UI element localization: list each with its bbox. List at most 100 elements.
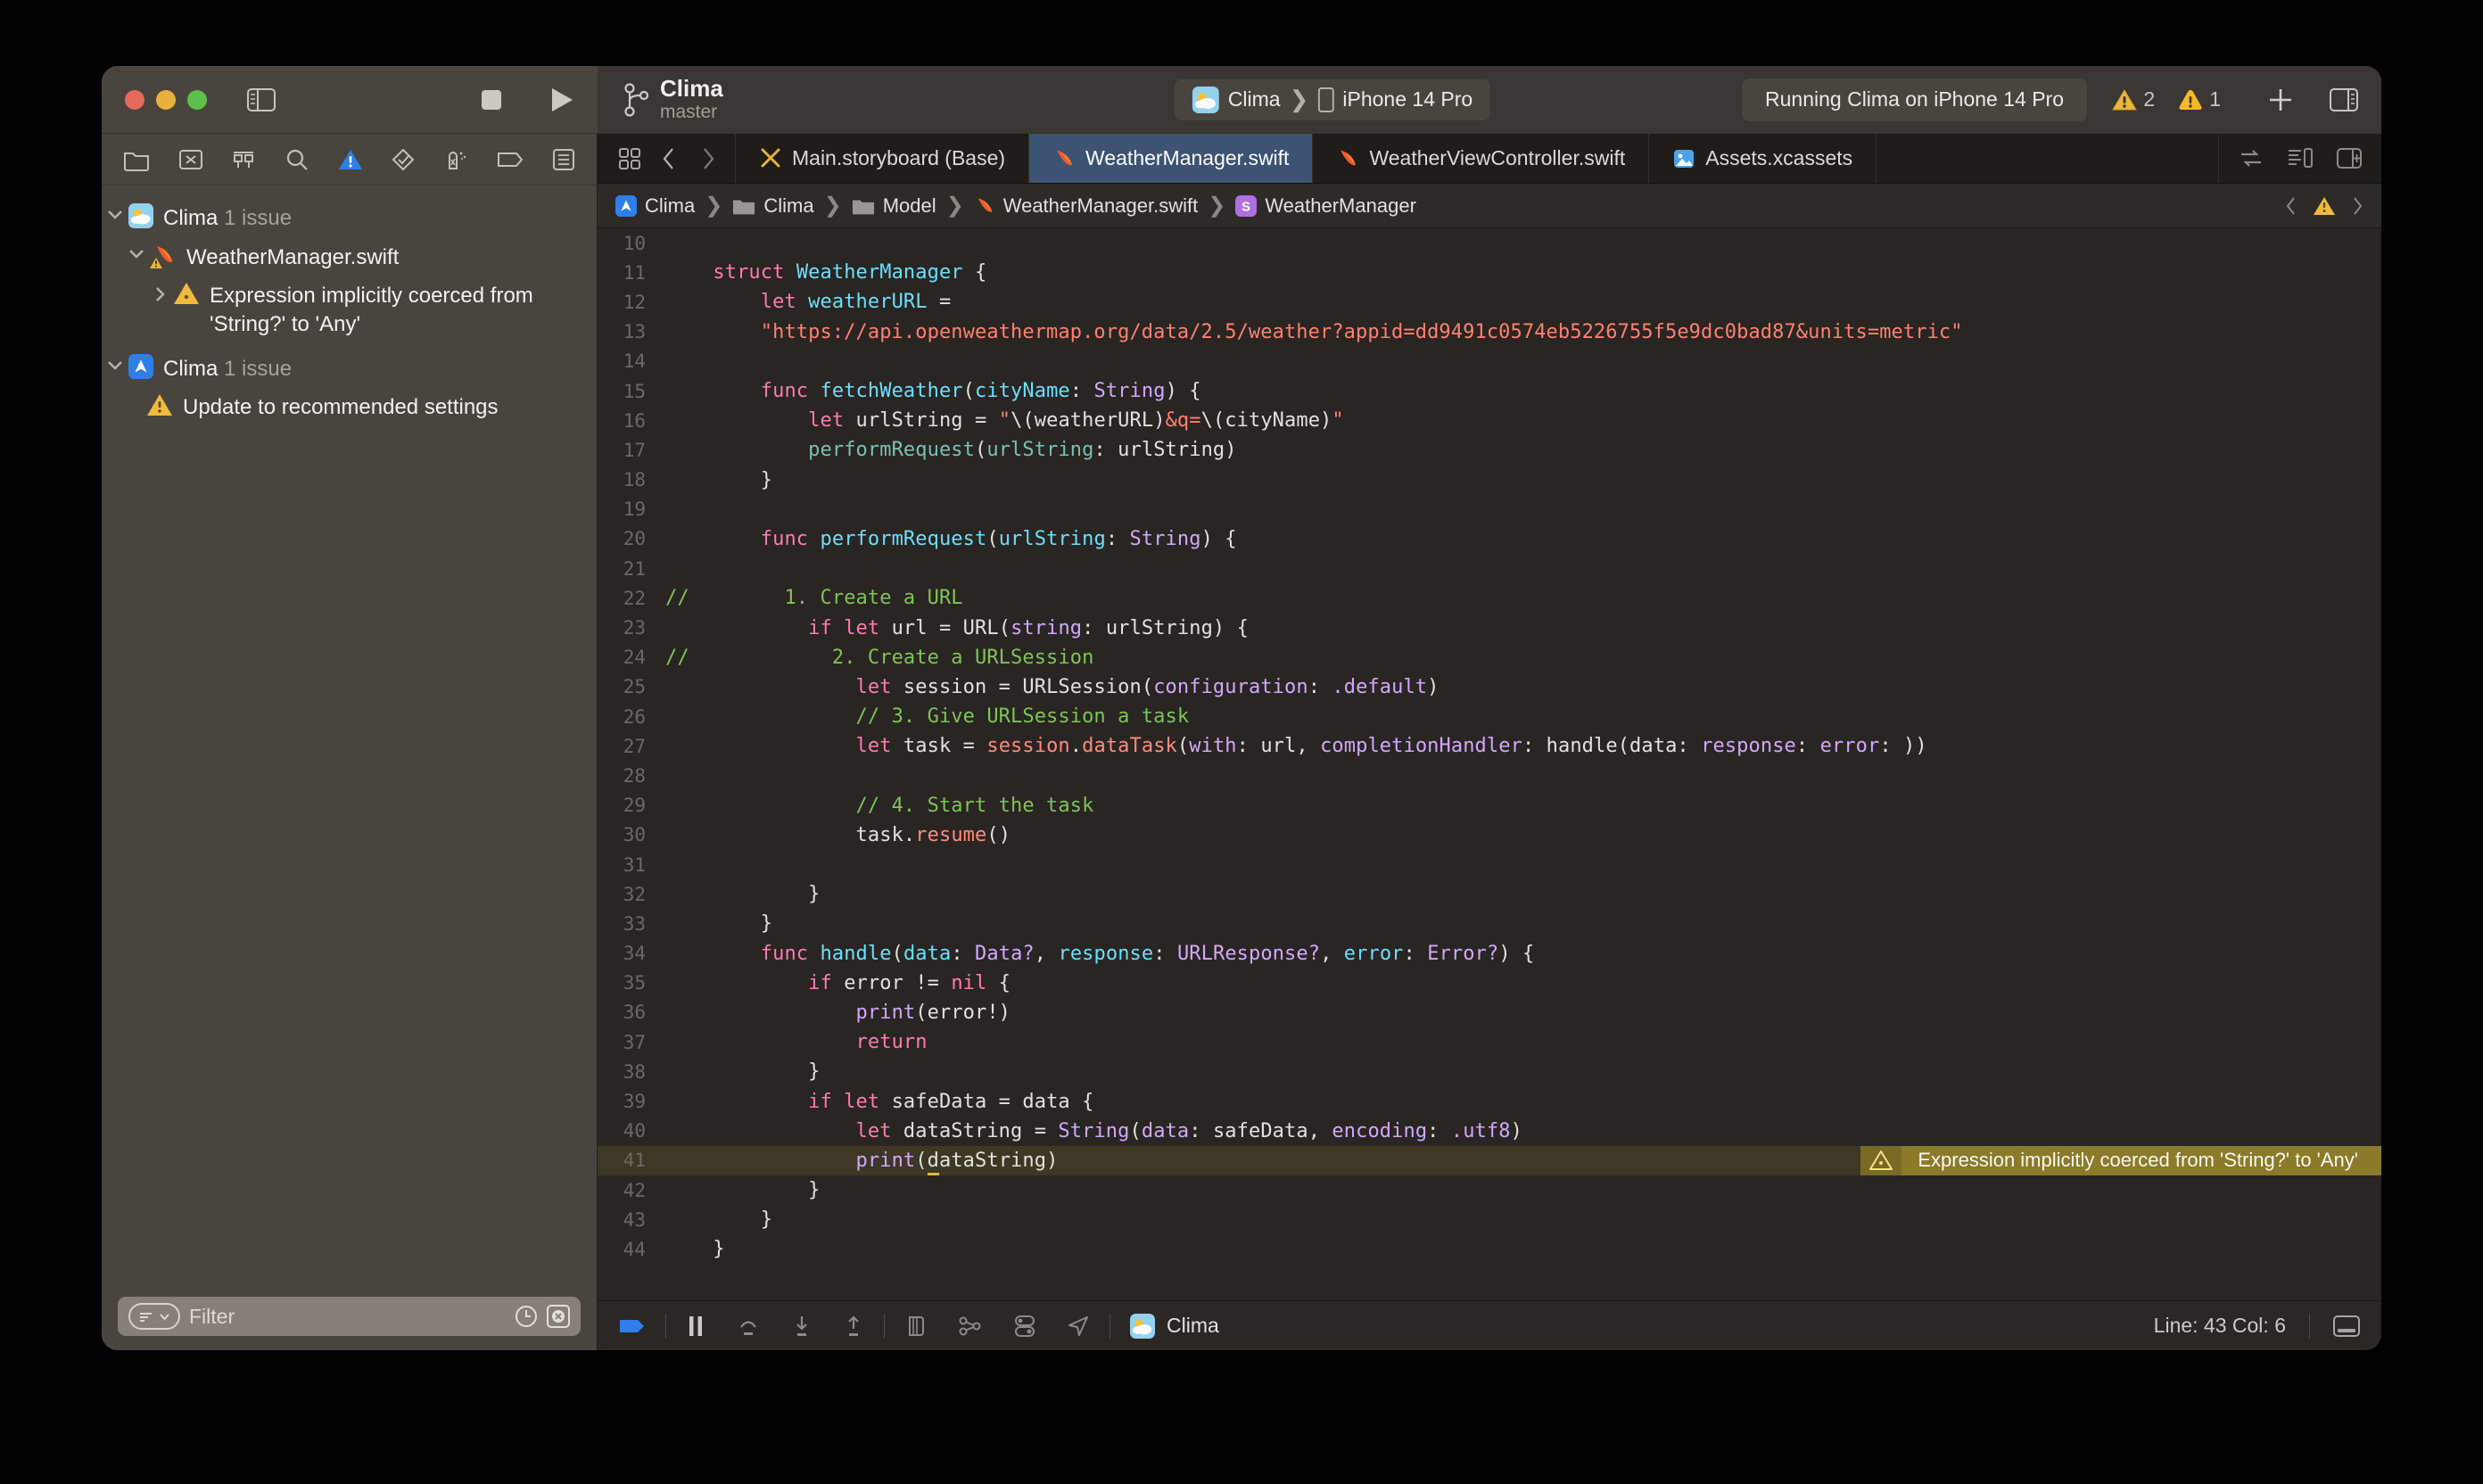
simulate-location-icon[interactable]	[1067, 1315, 1090, 1338]
console-toggle-icon[interactable]	[2333, 1315, 2360, 1337]
add-editor-icon[interactable]	[2337, 147, 2362, 170]
breadcrumb-item-group-clima[interactable]: Clima	[732, 194, 814, 218]
tab-overview-icon[interactable]	[610, 147, 649, 170]
prev-issue-chevron-icon[interactable]	[2285, 196, 2297, 216]
code-line[interactable]: 22 // 1. Create a URL	[598, 583, 2381, 613]
code-line[interactable]: 19	[598, 495, 2381, 524]
step-into-icon[interactable]	[791, 1315, 813, 1338]
run-icon[interactable]	[549, 87, 574, 113]
code-line[interactable]: 18 }	[598, 466, 2381, 495]
minimize-button[interactable]	[156, 89, 176, 110]
filter-chip-icon[interactable]	[128, 1303, 180, 1330]
activity-status[interactable]: Running Clima on iPhone 14 Pro	[1742, 78, 2087, 121]
code-line[interactable]: 33 }	[598, 909, 2381, 938]
environment-overrides-icon[interactable]	[1013, 1315, 1036, 1338]
window-controls[interactable]	[125, 89, 207, 110]
breadcrumb-item-project[interactable]: Clima	[615, 194, 695, 218]
inspector-toggle-icon[interactable]	[2330, 87, 2358, 111]
code-line[interactable]: 29 // 4. Start the task	[598, 791, 2381, 820]
breakpoint-navigator-icon[interactable]	[497, 150, 524, 169]
debug-navigator-icon[interactable]	[444, 147, 469, 172]
code-line[interactable]: 39 if let safeData = data {	[598, 1086, 2381, 1116]
code-line[interactable]: 32 }	[598, 879, 2381, 909]
disclosure-triangle-right-icon[interactable]	[146, 280, 173, 302]
report-navigator-icon[interactable]	[552, 148, 575, 171]
tree-row[interactable]: Expression implicitly coerced from 'Stri…	[102, 276, 597, 342]
test-navigator-icon[interactable]	[391, 147, 416, 172]
code-line[interactable]: 31	[598, 850, 2381, 879]
project-navigator-icon[interactable]	[123, 148, 150, 171]
disclosure-triangle-down-icon[interactable]	[102, 353, 128, 370]
forward-chevron-icon[interactable]	[689, 147, 728, 170]
code-line[interactable]: 42 }	[598, 1175, 2381, 1205]
tree-row[interactable]: Clima 1 issue	[102, 198, 597, 237]
code-line[interactable]: 35 if error != nil {	[598, 969, 2381, 998]
code-line[interactable]: 10	[598, 228, 2381, 258]
code-line[interactable]: 36 print(error!)	[598, 998, 2381, 1027]
warning-triangle-icon[interactable]	[2313, 195, 2336, 217]
code-line[interactable]: 25 let session = URLSession(configuratio…	[598, 672, 2381, 702]
warning-badge-1[interactable]: 2	[2112, 87, 2155, 111]
view-hierarchy-icon[interactable]	[904, 1315, 928, 1338]
close-button[interactable]	[125, 89, 144, 110]
code-line[interactable]: 30 task.resume()	[598, 820, 2381, 850]
code-line[interactable]: 40 let dataString = String(data: safeDat…	[598, 1117, 2381, 1146]
code-line[interactable]: 37 return	[598, 1027, 2381, 1057]
breadcrumb-item-group-model[interactable]: Model	[852, 194, 936, 218]
pause-icon[interactable]	[686, 1315, 705, 1338]
tree-row[interactable]: WeatherManager.swift	[102, 237, 597, 276]
code-line[interactable]: 44 }	[598, 1234, 2381, 1264]
memory-graph-icon[interactable]	[958, 1315, 983, 1338]
code-line[interactable]: 41 print(dataString) Expression implicitl…	[598, 1145, 2381, 1175]
debug-process-item[interactable]: Clima	[1130, 1313, 1219, 1339]
tree-row[interactable]: Update to recommended settings	[102, 387, 597, 426]
zoom-button[interactable]	[187, 89, 207, 110]
scheme-selector[interactable]: Clima ❯ iPhone 14 Pro	[1174, 78, 1491, 120]
code-line[interactable]: 27 let task = session.dataTask(with: url…	[598, 731, 2381, 761]
warning-badge-2[interactable]: 1	[2178, 87, 2221, 111]
code-line[interactable]: 11 struct WeatherManager {	[598, 258, 2381, 287]
add-icon[interactable]	[2267, 87, 2294, 113]
sidebar-toggle-icon[interactable]	[247, 87, 276, 111]
code-line[interactable]: 14	[598, 347, 2381, 376]
back-chevron-icon[interactable]	[649, 147, 689, 170]
scheme-branch-block[interactable]: Clima master	[624, 76, 723, 123]
tab-main-storyboard[interactable]: Main.storyboard (Base)	[736, 134, 1030, 183]
stop-icon[interactable]	[480, 88, 503, 111]
code-line[interactable]: 20 func performRequest(urlString: String…	[598, 524, 2381, 554]
source-control-navigator-icon[interactable]	[178, 148, 203, 171]
step-over-icon[interactable]	[736, 1315, 761, 1338]
find-navigator-icon[interactable]	[285, 147, 309, 172]
breadcrumb-item-file[interactable]: WeatherManager.swift	[974, 194, 1198, 218]
code-line[interactable]: 23 if let url = URL(string: urlString) {	[598, 613, 2381, 642]
disclosure-triangle-down-icon[interactable]	[123, 242, 150, 259]
code-line[interactable]: 15 func fetchWeather(cityName: String) {	[598, 376, 2381, 406]
code-line[interactable]: 38 }	[598, 1057, 2381, 1086]
code-review-icon[interactable]	[2239, 147, 2264, 170]
symbol-navigator-icon[interactable]	[231, 148, 256, 171]
step-out-icon[interactable]	[843, 1315, 864, 1338]
inline-warning-banner[interactable]: Expression implicitly coerced from 'Stri…	[1860, 1145, 2381, 1175]
recent-clock-icon[interactable]	[515, 1305, 538, 1328]
code-line[interactable]: 17 performRequest(urlString: urlString)	[598, 435, 2381, 465]
code-line[interactable]: 26 // 3. Give URLSession a task	[598, 702, 2381, 731]
tab-weathermanager-swift[interactable]: WeatherManager.swift	[1029, 134, 1314, 183]
minimap-icon[interactable]	[2287, 147, 2314, 170]
hide-debug-area-icon[interactable]	[619, 1316, 646, 1336]
disclosure-triangle-down-icon[interactable]	[102, 202, 128, 219]
code-editor[interactable]: 10 11 struct WeatherManager {12 let weath…	[598, 228, 2381, 1300]
code-line[interactable]: 12 let weatherURL =	[598, 287, 2381, 317]
code-line[interactable]: 24 // 2. Create a URLSession	[598, 643, 2381, 672]
code-line[interactable]: 28	[598, 761, 2381, 790]
code-line[interactable]: 21	[598, 554, 2381, 583]
tab-weatherviewcontroller-swift[interactable]: WeatherViewController.swift	[1313, 134, 1650, 183]
code-line[interactable]: 34 func handle(data: Data?, response: UR…	[598, 939, 2381, 969]
tree-row[interactable]: Clima 1 issue	[102, 349, 597, 388]
filter-input[interactable]: Filter	[118, 1297, 581, 1336]
code-line[interactable]: 43 }	[598, 1205, 2381, 1234]
errors-only-icon[interactable]	[547, 1305, 570, 1328]
code-line[interactable]: 13 "https://api.openweathermap.org/data/…	[598, 317, 2381, 347]
breadcrumb-item-symbol[interactable]: S WeatherManager	[1235, 194, 1416, 218]
tab-assets-xcassets[interactable]: Assets.xcassets	[1649, 134, 1877, 183]
code-line[interactable]: 16 let urlString = "\(weatherURL)&q=\(ci…	[598, 406, 2381, 435]
